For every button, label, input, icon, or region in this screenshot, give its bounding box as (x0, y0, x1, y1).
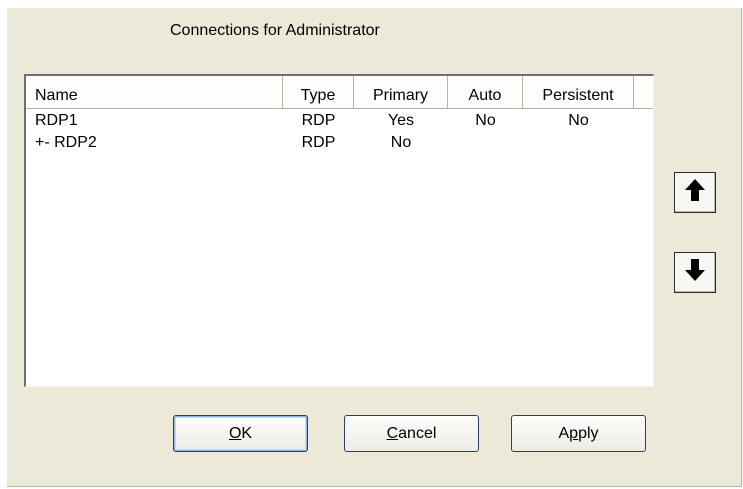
apply-mnemonic: p (569, 424, 579, 442)
row-auto: No (475, 112, 496, 129)
apply-button[interactable]: Ap ply (511, 415, 646, 452)
row-persistent: No (568, 112, 589, 129)
column-header-auto[interactable]: Auto (448, 76, 523, 109)
row-name: RDP1 (35, 112, 78, 129)
connections-list[interactable]: Name Type Primary Auto Persistent RDP1 R… (24, 74, 654, 387)
arrow-up-icon (684, 178, 706, 207)
move-up-button[interactable] (674, 172, 716, 213)
apply-label-pre: A (558, 424, 570, 442)
column-header-primary[interactable]: Primary (354, 76, 448, 109)
cancel-button[interactable]: Cancel (344, 415, 479, 452)
column-header-filler (634, 76, 653, 109)
row-primary: No (390, 134, 412, 151)
arrow-down-icon (684, 258, 706, 287)
ok-label-rest: K (241, 424, 253, 442)
table-row[interactable]: RDP1 RDP Yes No No (26, 110, 653, 132)
connections-dialog: Connections for Administrator Name Type … (7, 8, 742, 487)
ok-mnemonic: O (228, 424, 242, 442)
row-name: +- RDP2 (35, 134, 97, 151)
cancel-mnemonic: C (386, 424, 399, 442)
row-persistent (523, 132, 634, 154)
row-primary: Yes (387, 112, 415, 129)
move-down-button[interactable] (674, 252, 716, 293)
table-row[interactable]: +- RDP2 RDP No (26, 132, 653, 154)
cancel-label-rest: ancel (398, 424, 437, 442)
row-type: RDP (301, 134, 336, 151)
column-header-name[interactable]: Name (26, 76, 283, 109)
column-header-type[interactable]: Type (283, 76, 354, 109)
dialog-title: Connections for Administrator (170, 22, 380, 39)
row-type: RDP (301, 112, 336, 129)
list-header: Name Type Primary Auto Persistent (26, 76, 653, 109)
column-header-persistent[interactable]: Persistent (523, 76, 634, 109)
ok-button[interactable]: OK (173, 415, 308, 452)
apply-label-rest: ply (578, 424, 599, 442)
row-auto (448, 132, 523, 154)
